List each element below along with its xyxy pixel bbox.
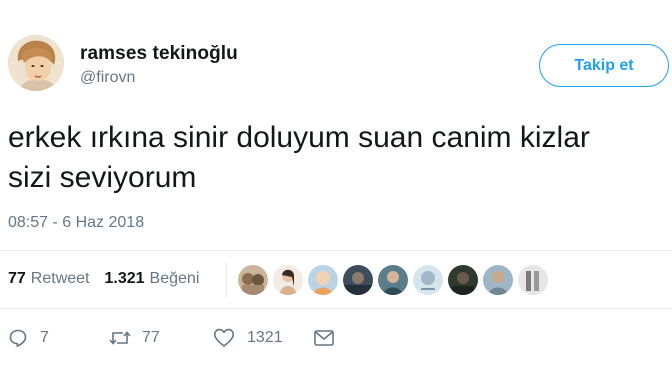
liker-avatar[interactable] [518,265,548,295]
divider-bottom [0,308,672,309]
tweet-text-line-1: erkek ırkına sinir doluyum suan canim ki… [8,121,590,154]
like-stat-count: 1.321 [104,270,145,287]
liker-avatar[interactable] [378,265,408,295]
retweet-icon [108,328,132,348]
tweet-timestamp[interactable]: 08:57 - 6 Haz 2018 [8,214,144,232]
avatar[interactable] [8,35,64,91]
like-count: 1321 [247,329,283,346]
stats-separator [226,262,227,298]
reply-count: 7 [40,329,49,346]
divider-top [0,250,672,251]
liker-avatar[interactable] [413,265,443,295]
username-handle[interactable]: @firovn [80,69,135,87]
like-stat-label: Beğeni [149,270,200,287]
avatar-image [8,35,64,91]
retweet-stat[interactable]: 77 Retweet [8,270,90,288]
engagement-stats: 77 Retweet 1.321 Beğeni [8,270,214,288]
reply-action[interactable]: 7 [8,328,108,348]
liker-avatar[interactable] [308,265,338,295]
retweet-stat-label: Retweet [30,270,90,287]
heart-icon [213,328,235,348]
liker-avatar[interactable] [483,265,513,295]
liker-avatar[interactable] [273,265,303,295]
direct-message-action[interactable] [313,329,335,347]
like-stat[interactable]: 1.321 Beğeni [105,270,200,288]
like-action[interactable]: 1321 [213,328,313,348]
retweet-action[interactable]: 77 [108,328,213,348]
envelope-icon [313,329,335,347]
reply-icon [8,328,28,348]
liker-avatar[interactable] [238,265,268,295]
tweet-actions: 7 77 1321 [8,328,335,348]
liker-avatar[interactable] [343,265,373,295]
liker-avatar[interactable] [448,265,478,295]
retweet-stat-count: 77 [8,270,26,287]
retweet-count: 77 [142,329,160,346]
follow-button[interactable]: Takip et [539,44,669,87]
liker-avatars [238,265,553,295]
tweet-text: erkek ırkına sinir doluyum suan canim ki… [8,118,668,198]
display-name[interactable]: ramses tekinoğlu [80,43,238,65]
tweet-text-line-2: sizi seviyorum [8,161,197,194]
